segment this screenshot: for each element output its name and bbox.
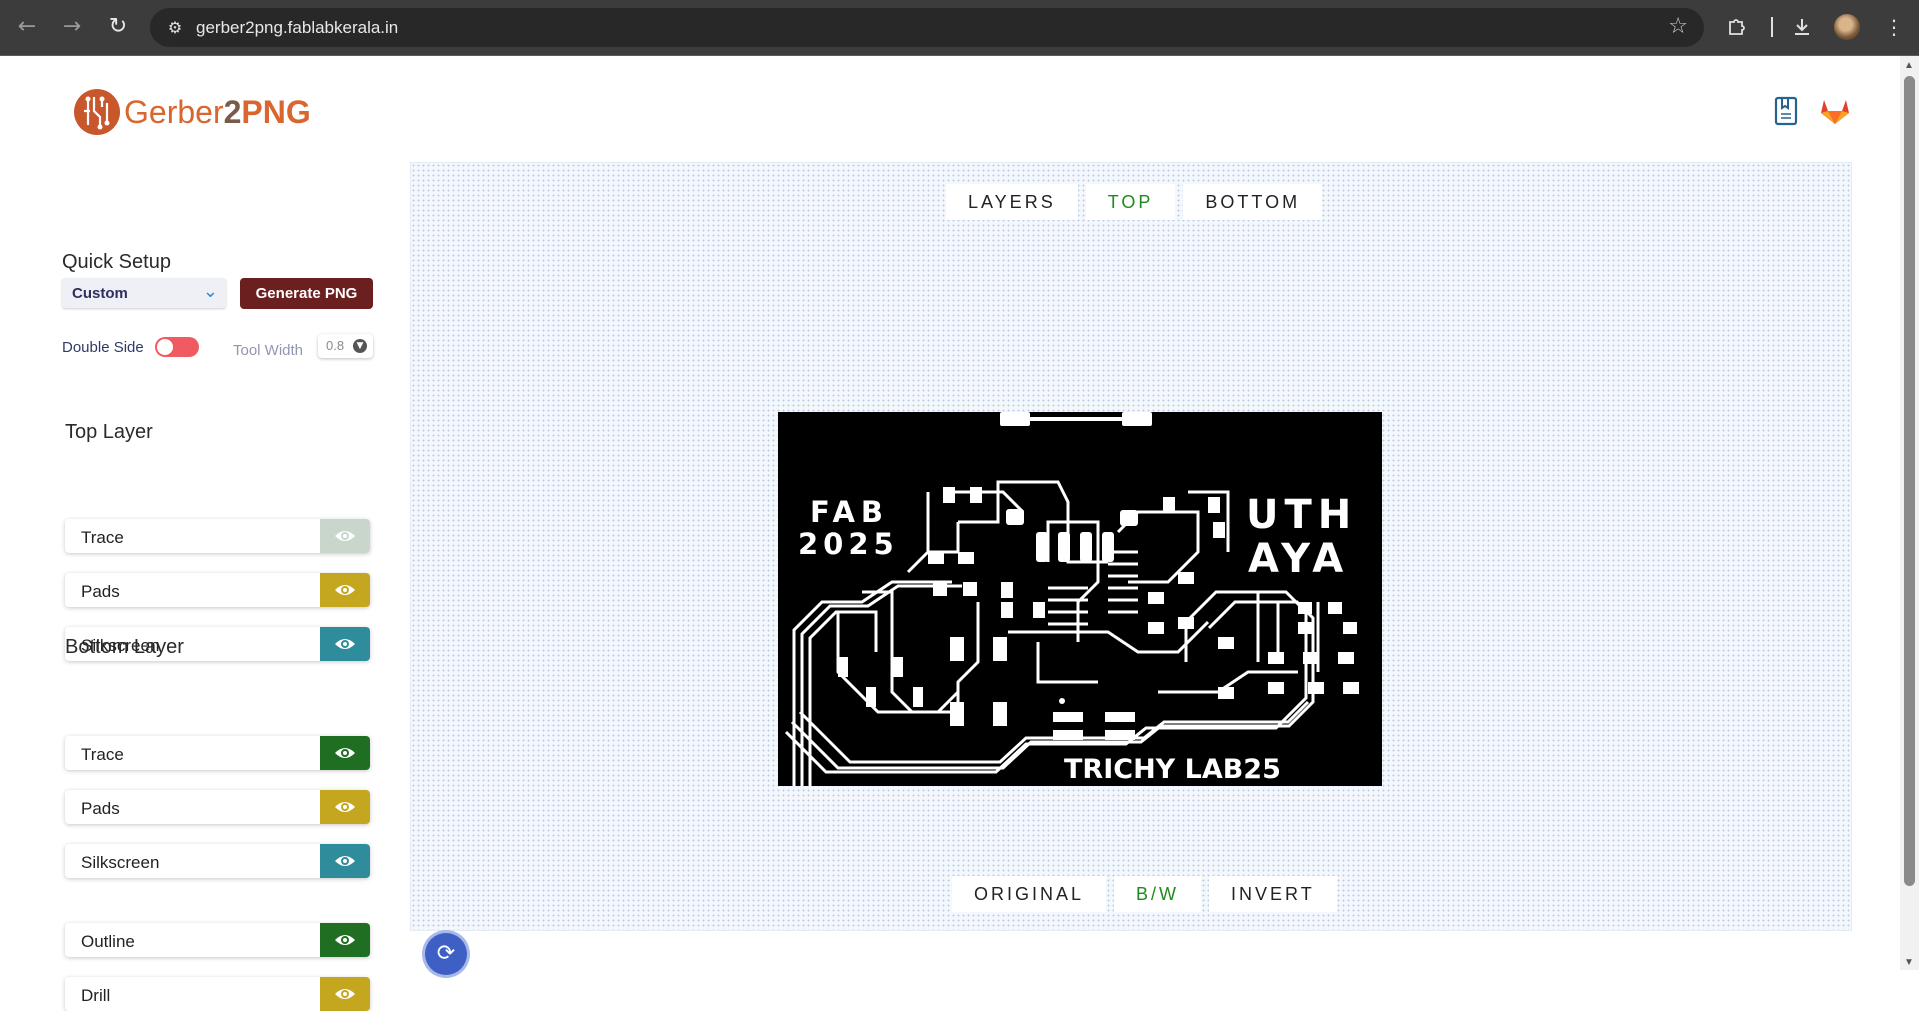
tool-width-value: 0.8 — [326, 338, 345, 353]
double-chevron-down-icon: ⌄ — [202, 281, 218, 302]
render-mode-tabs: ORIGINAL B/W INVERT — [952, 876, 1345, 912]
layer-label: Outline — [81, 932, 135, 951]
layer-row-extra_layers-outline: Outline — [65, 923, 370, 957]
eye-icon[interactable] — [320, 573, 370, 607]
double-side-toggle[interactable] — [155, 337, 199, 357]
toolbar-divider — [1771, 17, 1773, 37]
layer-row-bottom_layers-pads: Pads — [65, 790, 370, 824]
layer-row-bottom_layers-silkscreen: Silkscreen — [65, 844, 370, 878]
pcb-text-trichy: TRICHY LAB25 — [1064, 754, 1281, 785]
preset-select[interactable]: Custom ⌄ — [62, 278, 226, 308]
logo-mark-icon — [74, 89, 120, 135]
app-logo[interactable]: Gerber2PNG — [74, 89, 311, 135]
gitlab-icon[interactable] — [1819, 96, 1851, 131]
layer-label: Trace — [81, 528, 124, 547]
docs-bookmark-icon[interactable] — [1773, 96, 1799, 131]
logo-text: Gerber2PNG — [124, 94, 311, 131]
layer-row-top_layers-pads: Pads — [65, 573, 370, 607]
eye-icon[interactable] — [320, 923, 370, 957]
tab-layers[interactable]: LAYERS — [946, 184, 1078, 220]
quick-setup-title: Quick Setup — [62, 251, 171, 273]
refresh-icon: ⟳ — [436, 941, 456, 966]
refresh-button[interactable]: ⟳ — [425, 933, 467, 975]
eye-icon[interactable] — [320, 627, 370, 661]
pcb-text-fab: FAB — [810, 495, 889, 529]
layer-label: Silkscreen — [81, 853, 160, 872]
forward-arrow-icon[interactable]: → — [57, 12, 87, 42]
address-bar[interactable]: ⚙ gerber2png.fablabkerala.in ☆ — [150, 8, 1704, 47]
star-icon[interactable]: ☆ — [1668, 14, 1688, 39]
eye-icon[interactable] — [320, 977, 370, 1011]
back-arrow-icon[interactable]: ← — [12, 12, 42, 42]
scrollbar-thumb[interactable] — [1904, 76, 1915, 886]
tool-width-select[interactable]: 0.8 ▼ — [318, 334, 373, 358]
extensions-icon[interactable] — [1722, 12, 1752, 42]
tab-invert[interactable]: INVERT — [1209, 876, 1337, 912]
pcb-text-aya: AYA — [1248, 536, 1349, 582]
pcb-preview-image: FAB 2025 UTH AYA TRICHY LAB25 — [778, 412, 1382, 786]
layer-label: Trace — [81, 745, 124, 764]
preset-value: Custom — [72, 285, 128, 302]
browser-toolbar: ← → ↻ ⚙ gerber2png.fablabkerala.in ☆ ⋮ — [0, 0, 1919, 56]
layer-label: Drill — [81, 986, 111, 1005]
top-layer-title: Top Layer — [65, 421, 153, 443]
double-side-label: Double Side — [62, 339, 144, 356]
view-tabs: LAYERS TOP BOTTOM — [946, 184, 1330, 220]
scroll-down-arrow-icon[interactable]: ▼ — [1904, 957, 1914, 968]
eye-icon[interactable] — [320, 844, 370, 878]
site-settings-icon[interactable]: ⚙ — [164, 17, 186, 39]
tab-top[interactable]: TOP — [1085, 184, 1176, 220]
layer-label: Pads — [81, 799, 120, 818]
bottom-layer-title: Bottom Layer — [65, 636, 184, 658]
eye-icon[interactable] — [320, 736, 370, 770]
tool-width-label: Tool Width — [233, 342, 304, 359]
pcb-text-year: 2025 — [798, 527, 899, 561]
layer-row-extra_layers-drill: Drill — [65, 977, 370, 1011]
pcb-text-uth: UTH — [1246, 492, 1357, 538]
logo-text-two: 2 — [223, 93, 242, 130]
tab-bw[interactable]: B/W — [1114, 876, 1202, 912]
chevron-down-icon: ▼ — [353, 339, 367, 353]
tab-bottom[interactable]: BOTTOM — [1183, 184, 1323, 220]
generate-png-button[interactable]: Generate PNG — [240, 278, 373, 309]
layer-row-bottom_layers-trace: Trace — [65, 736, 370, 770]
toggle-knob — [157, 339, 173, 355]
download-icon[interactable] — [1787, 12, 1817, 42]
layer-label: Pads — [81, 582, 120, 601]
logo-text-prefix: Gerber — [124, 93, 224, 130]
eye-icon[interactable] — [320, 519, 370, 553]
tab-original[interactable]: ORIGINAL — [952, 876, 1107, 912]
layer-row-top_layers-trace: Trace — [65, 519, 370, 553]
eye-icon[interactable] — [320, 790, 370, 824]
profile-avatar[interactable] — [1834, 14, 1860, 40]
url-text[interactable]: gerber2png.fablabkerala.in — [196, 18, 398, 38]
reload-icon[interactable]: ↻ — [103, 12, 133, 42]
scroll-up-arrow-icon[interactable]: ▲ — [1904, 60, 1914, 71]
more-menu-icon[interactable]: ⋮ — [1879, 12, 1909, 42]
page-scrollbar[interactable]: ▲ ▼ — [1900, 56, 1919, 970]
page: Gerber2PNG Quick Setup Custom ⌄ Generate… — [0, 56, 1900, 1011]
logo-text-suffix: PNG — [241, 93, 311, 130]
